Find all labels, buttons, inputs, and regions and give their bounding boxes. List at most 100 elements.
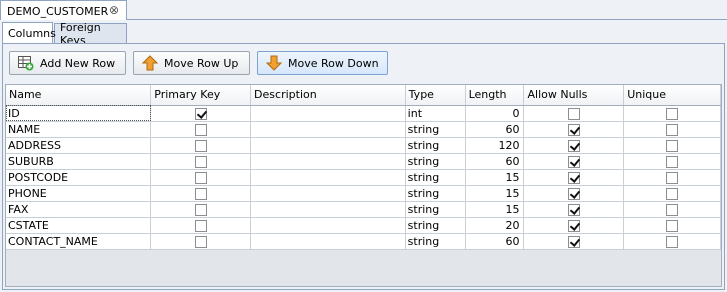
- unique-checkbox[interactable]: [666, 139, 679, 152]
- unique-checkbox[interactable]: [666, 123, 679, 136]
- primary-key-checkbox[interactable]: [194, 139, 207, 152]
- cell-name[interactable]: NAME: [6, 121, 152, 138]
- unique-checkbox[interactable]: [666, 107, 679, 120]
- tab-foreign-keys[interactable]: Foreign Keys: [54, 21, 127, 47]
- unique-cell: [623, 153, 721, 170]
- cell-description[interactable]: [250, 153, 406, 170]
- table-row[interactable]: FAX string 15: [6, 201, 721, 218]
- unique-checkbox[interactable]: [666, 203, 679, 216]
- document-tab-title: DEMO_CUSTOMER: [7, 4, 109, 18]
- cell-length[interactable]: 15: [465, 201, 525, 218]
- table-row[interactable]: CSTATE string 20: [6, 217, 721, 234]
- allow-nulls-checkbox[interactable]: [567, 139, 580, 152]
- cell-type[interactable]: string: [405, 217, 466, 234]
- allow-nulls-cell: [523, 217, 625, 234]
- allow-nulls-checkbox[interactable]: [567, 235, 580, 248]
- cell-description[interactable]: [250, 105, 406, 122]
- add-row-icon: [18, 56, 34, 71]
- primary-key-checkbox[interactable]: [194, 123, 207, 136]
- primary-key-checkbox[interactable]: [194, 203, 207, 216]
- header-allow-nulls[interactable]: Allow Nulls: [523, 85, 625, 106]
- cell-length[interactable]: 15: [465, 169, 525, 186]
- header-length[interactable]: Length: [465, 85, 525, 106]
- allow-nulls-cell: [523, 233, 625, 250]
- header-description[interactable]: Description: [250, 85, 406, 106]
- cell-description[interactable]: [250, 121, 406, 138]
- cell-description[interactable]: [250, 169, 406, 186]
- cell-length[interactable]: 120: [465, 137, 525, 154]
- cell-type[interactable]: string: [405, 137, 466, 154]
- cell-type[interactable]: string: [405, 201, 466, 218]
- table-row[interactable]: NAME string 60: [6, 121, 721, 138]
- primary-key-cell: [150, 105, 252, 122]
- cell-name[interactable]: ADDRESS: [6, 137, 152, 154]
- cell-type[interactable]: string: [405, 169, 466, 186]
- cell-length[interactable]: 60: [465, 233, 525, 250]
- tab-columns[interactable]: Columns: [2, 22, 56, 43]
- cell-type[interactable]: string: [405, 233, 466, 250]
- allow-nulls-cell: [523, 169, 625, 186]
- primary-key-cell: [150, 233, 252, 250]
- table-row[interactable]: ID int 0: [6, 105, 721, 122]
- cell-name[interactable]: PHONE: [6, 185, 152, 202]
- table-row[interactable]: SUBURB string 60: [6, 153, 721, 170]
- unique-cell: [623, 169, 721, 186]
- unique-cell: [623, 217, 721, 234]
- cell-length[interactable]: 60: [465, 153, 525, 170]
- cell-type[interactable]: string: [405, 153, 466, 170]
- cell-description[interactable]: [250, 185, 406, 202]
- allow-nulls-checkbox[interactable]: [567, 155, 580, 168]
- table-row[interactable]: PHONE string 15: [6, 185, 721, 202]
- cell-name[interactable]: ID: [6, 105, 152, 122]
- cell-length[interactable]: 0: [465, 105, 525, 122]
- cell-length[interactable]: 15: [465, 185, 525, 202]
- cell-description[interactable]: [250, 137, 406, 154]
- cell-type[interactable]: string: [405, 185, 466, 202]
- unique-cell: [623, 121, 721, 138]
- table-row[interactable]: POSTCODE string 15: [6, 169, 721, 186]
- cell-description[interactable]: [250, 217, 406, 234]
- cell-type[interactable]: string: [405, 121, 466, 138]
- close-icon[interactable]: ⊗: [108, 4, 120, 16]
- cell-name[interactable]: POSTCODE: [6, 169, 152, 186]
- cell-description[interactable]: [250, 201, 406, 218]
- allow-nulls-checkbox[interactable]: [567, 219, 580, 232]
- unique-checkbox[interactable]: [666, 235, 679, 248]
- primary-key-checkbox[interactable]: [194, 219, 207, 232]
- cell-name[interactable]: CONTACT_NAME: [6, 233, 152, 250]
- unique-checkbox[interactable]: [666, 187, 679, 200]
- move-row-down-button[interactable]: Move Row Down: [257, 51, 388, 75]
- table-row[interactable]: CONTACT_NAME string 60: [6, 233, 721, 250]
- allow-nulls-checkbox[interactable]: [567, 203, 580, 216]
- add-new-row-button[interactable]: Add New Row: [9, 51, 126, 75]
- allow-nulls-checkbox[interactable]: [567, 187, 580, 200]
- cell-name[interactable]: FAX: [6, 201, 152, 218]
- unique-checkbox[interactable]: [666, 171, 679, 184]
- header-unique[interactable]: Unique: [623, 85, 721, 106]
- unique-checkbox[interactable]: [666, 219, 679, 232]
- header-name[interactable]: Name: [6, 85, 152, 106]
- columns-table: Name Primary Key Description Type Length…: [6, 85, 721, 250]
- cell-type[interactable]: int: [405, 105, 466, 122]
- primary-key-checkbox[interactable]: [194, 171, 207, 184]
- table-row[interactable]: ADDRESS string 120: [6, 137, 721, 154]
- move-row-up-button[interactable]: Move Row Up: [133, 51, 250, 75]
- allow-nulls-checkbox[interactable]: [567, 171, 580, 184]
- cell-name[interactable]: SUBURB: [6, 153, 152, 170]
- primary-key-checkbox[interactable]: [194, 155, 207, 168]
- allow-nulls-checkbox[interactable]: [567, 107, 580, 120]
- allow-nulls-checkbox[interactable]: [567, 123, 580, 136]
- cell-length[interactable]: 60: [465, 121, 525, 138]
- primary-key-checkbox[interactable]: [194, 107, 207, 120]
- cell-length[interactable]: 20: [465, 217, 525, 234]
- cell-description[interactable]: [250, 233, 406, 250]
- primary-key-checkbox[interactable]: [194, 235, 207, 248]
- header-type[interactable]: Type: [405, 85, 466, 106]
- cell-name[interactable]: CSTATE: [6, 217, 152, 234]
- primary-key-checkbox[interactable]: [194, 187, 207, 200]
- unique-cell: [623, 105, 721, 122]
- header-primary-key[interactable]: Primary Key: [150, 85, 252, 106]
- move-row-up-label: Move Row Up: [164, 56, 239, 70]
- unique-checkbox[interactable]: [666, 155, 679, 168]
- document-tab[interactable]: DEMO_CUSTOMER ⊗: [0, 0, 127, 21]
